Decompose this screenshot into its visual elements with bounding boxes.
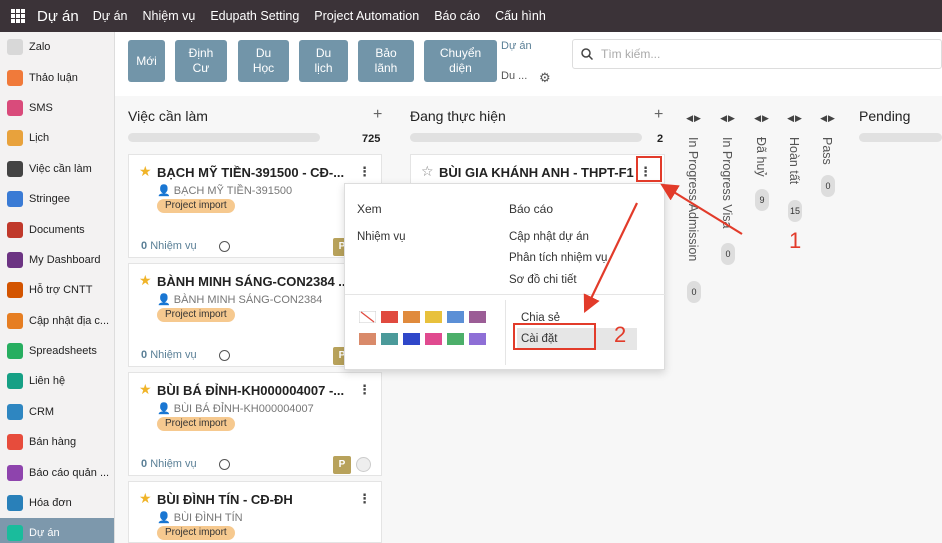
annotation-arrow-2 (583, 202, 638, 313)
annotation-arrow-1 (660, 183, 743, 235)
annotation-number-2: 2 (614, 322, 627, 347)
annotation-number-1: 1 (789, 228, 802, 253)
annotation-arrows (583, 183, 743, 313)
